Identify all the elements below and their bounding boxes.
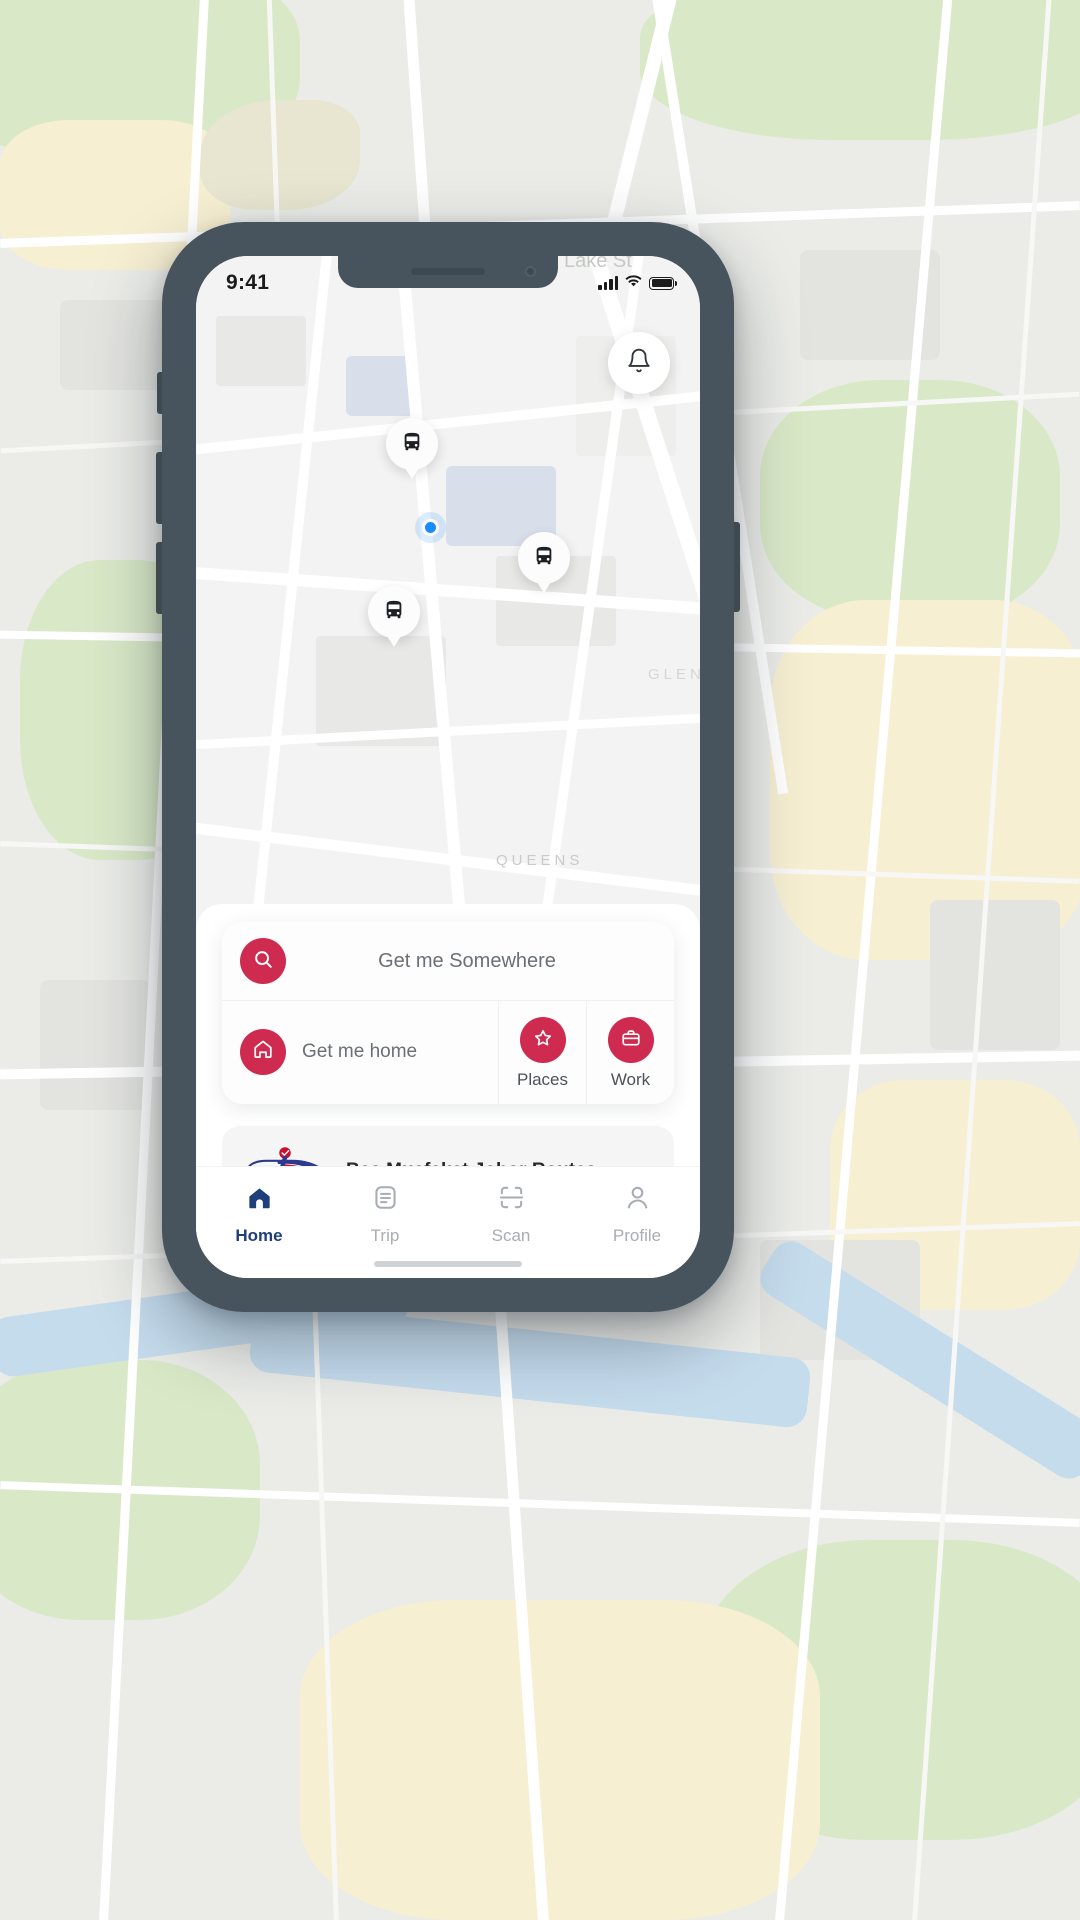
volume-down-button[interactable]	[156, 542, 162, 614]
person-icon	[623, 1183, 652, 1217]
work-icon-circle	[607, 1017, 654, 1063]
bus-icon	[401, 431, 423, 458]
notification-bell-button[interactable]	[608, 332, 670, 394]
quick-action-places[interactable]: Places	[498, 1001, 586, 1104]
quick-action-label: Work	[610, 1070, 651, 1089]
cellular-signal-icon	[598, 276, 618, 290]
phone-notch	[338, 256, 558, 288]
power-button[interactable]	[734, 522, 740, 612]
nav-label-scan: Scan	[491, 1226, 531, 1245]
quick-action-work[interactable]: Work	[586, 1001, 674, 1104]
earpiece-speaker	[411, 268, 485, 275]
briefcase-icon	[620, 1027, 642, 1054]
home-bottom-sheet: Get me Somewhere Get me home Places Work…	[196, 904, 700, 1278]
status-bar-time: 9:41	[226, 271, 270, 294]
map-pin-bus-1[interactable]	[386, 418, 438, 470]
home-icon-circle	[240, 1028, 286, 1075]
nav-item-home[interactable]: Home	[196, 1183, 322, 1246]
nav-item-trip[interactable]: Trip	[322, 1183, 448, 1246]
home-indicator	[374, 1261, 522, 1267]
nav-item-scan[interactable]: Scan	[448, 1183, 574, 1246]
map-pin-bus-2[interactable]	[518, 532, 570, 584]
bus-icon	[383, 599, 405, 626]
front-camera	[525, 266, 536, 277]
nav-item-profile[interactable]: Profile	[574, 1183, 700, 1246]
wifi-icon	[625, 274, 642, 293]
map-area-label-glen: GLEN	[648, 666, 700, 683]
search-card: Get me Somewhere Get me home Places Work	[222, 922, 674, 1104]
app-map-canvas[interactable]: QUEENS GLEN Lake St	[196, 256, 700, 956]
trip-list-icon	[371, 1183, 400, 1217]
map-area-label-queens: QUEENS	[496, 852, 584, 869]
phone-device-frame: QUEENS GLEN Lake St Get me Somewhere Get…	[156, 222, 740, 1312]
nav-label-profile: Profile	[612, 1226, 662, 1245]
quick-actions-row: Get me home Places Work	[222, 1001, 674, 1104]
search-input[interactable]: Get me Somewhere	[222, 922, 674, 1001]
phone-screen: QUEENS GLEN Lake St Get me Somewhere Get…	[196, 256, 700, 1278]
nav-label-trip: Trip	[370, 1226, 400, 1245]
user-location-dot	[422, 519, 439, 536]
quick-action-label: Get me home	[302, 1040, 418, 1062]
bell-icon	[626, 347, 652, 379]
map-pin-bus-3[interactable]	[368, 586, 420, 638]
quick-action-get-me-home[interactable]: Get me home	[222, 1001, 498, 1104]
places-icon-circle	[519, 1017, 566, 1063]
star-outline-icon	[532, 1027, 554, 1054]
search-icon	[252, 948, 274, 975]
volume-up-button[interactable]	[156, 452, 162, 524]
scan-icon	[497, 1183, 526, 1217]
bus-icon	[533, 545, 555, 572]
home-filled-icon	[245, 1183, 274, 1217]
home-outline-icon	[252, 1038, 274, 1065]
nav-label-home: Home	[235, 1226, 283, 1245]
search-icon-circle	[240, 938, 286, 984]
search-placeholder: Get me Somewhere	[378, 949, 556, 972]
quick-action-label: Places	[516, 1070, 569, 1089]
battery-full-icon	[649, 276, 677, 290]
